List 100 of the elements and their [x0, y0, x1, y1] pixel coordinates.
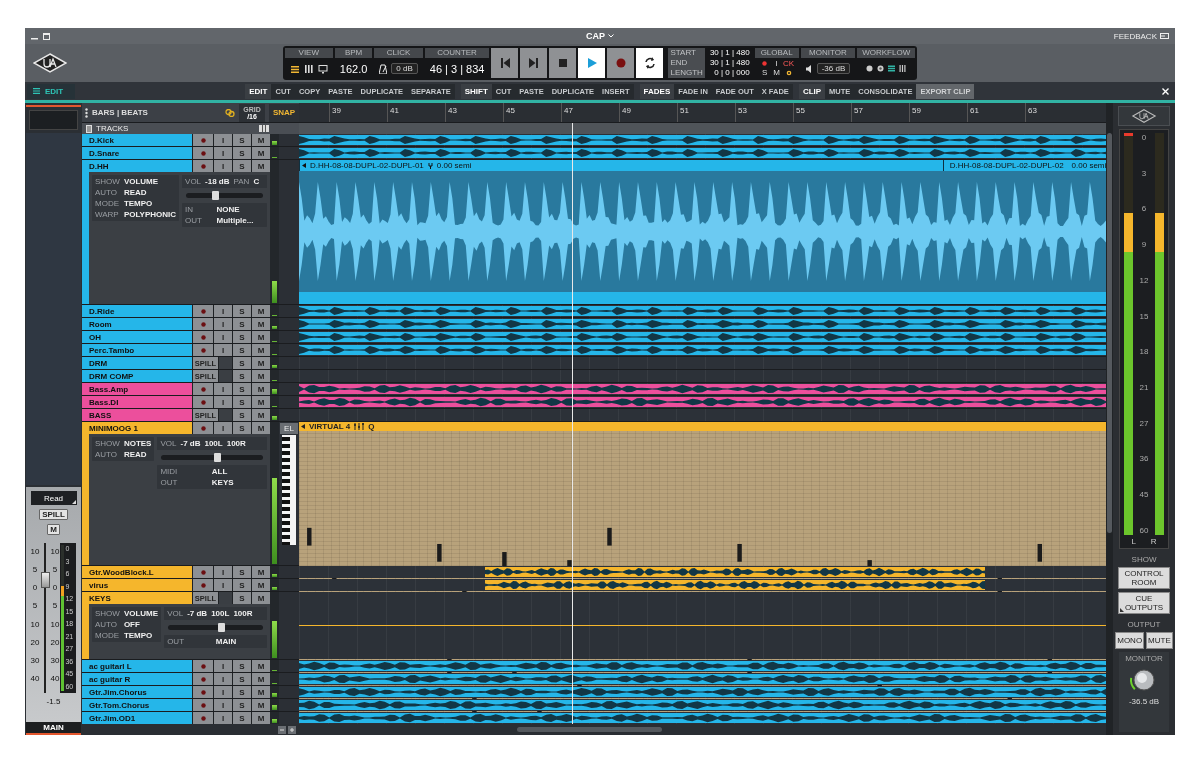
track-name[interactable]: Gtr.Jim.Chorus	[82, 686, 192, 698]
setting-value[interactable]: TEMPO	[123, 199, 177, 208]
audio-clip[interactable]	[299, 674, 1106, 684]
record-arm-button[interactable]	[193, 422, 213, 434]
input-monitor-button[interactable]: I	[214, 134, 232, 146]
columns-icon[interactable]	[899, 65, 907, 72]
automation-dropdown[interactable]: Read	[30, 491, 77, 505]
input-monitor-button[interactable]: I	[214, 147, 232, 159]
track-name[interactable]: virus	[82, 579, 192, 591]
solo-button[interactable]: S	[233, 160, 251, 172]
input-monitor-button[interactable]: I	[214, 579, 232, 591]
solo-button[interactable]: S	[233, 660, 251, 672]
range-value[interactable]: 30 | 1 | 480	[709, 58, 750, 68]
solo-button[interactable]: S	[233, 370, 251, 382]
track-mute-button[interactable]: M	[252, 712, 270, 724]
track-mute-button[interactable]: M	[252, 566, 270, 578]
mix-value[interactable]: -7 dB	[180, 439, 201, 448]
track-mute-button[interactable]: M	[252, 409, 270, 421]
fader-thumb[interactable]	[40, 572, 50, 589]
track-name[interactable]: Room	[82, 318, 192, 330]
columns-view-icon[interactable]	[303, 63, 314, 74]
audio-clip[interactable]	[299, 687, 1106, 697]
time-format-label[interactable]: BARS | BEATS	[92, 108, 221, 117]
track-mute-button[interactable]: M	[252, 331, 270, 343]
session-menu[interactable]: CAP	[586, 31, 614, 41]
quantize-label[interactable]: Q	[368, 422, 375, 431]
record-arm-button[interactable]	[193, 712, 213, 724]
setting-value[interactable]: VOLUME	[123, 177, 177, 186]
audio-clip[interactable]	[299, 713, 1106, 723]
solo-button[interactable]: S	[233, 357, 251, 369]
track-name[interactable]: D.Snare	[82, 147, 192, 159]
setting-value[interactable]: READ	[123, 188, 177, 197]
solo-button[interactable]: S	[233, 134, 251, 146]
track-mute-button[interactable]: M	[252, 673, 270, 685]
input-monitor-button[interactable]: I	[214, 712, 232, 724]
range-value[interactable]: 0 | 0 | 000	[709, 68, 750, 78]
input-monitor-button[interactable]: I	[214, 422, 232, 434]
solo-button[interactable]: S	[233, 383, 251, 395]
track-name[interactable]: D.Ride	[82, 305, 192, 317]
cue-outputs-button[interactable]: CUE OUTPUTS	[1118, 592, 1170, 614]
solo-button[interactable]: S	[233, 305, 251, 317]
input-monitor-button[interactable]: I	[214, 396, 232, 408]
record-arm-button[interactable]	[193, 331, 213, 343]
track-name[interactable]: ac guitar R	[82, 673, 192, 685]
setting-value[interactable]: KEYS	[211, 478, 264, 487]
solo-button[interactable]: S	[233, 318, 251, 330]
global-input-toggle[interactable]: I	[775, 59, 778, 68]
track-name[interactable]: Bass.DI	[82, 396, 192, 408]
input-monitor-button[interactable]: I	[214, 331, 232, 343]
setting-value[interactable]: VOLUME	[123, 609, 159, 618]
columns-icon[interactable]	[259, 125, 269, 132]
record-arm-button[interactable]	[193, 318, 213, 330]
record-arm-button[interactable]	[193, 673, 213, 685]
solo-button[interactable]: S	[233, 592, 251, 604]
ring-icon[interactable]	[785, 69, 792, 76]
record-arm-button[interactable]	[193, 344, 213, 356]
setting-value[interactable]: POLYPHONIC	[123, 210, 177, 219]
close-icon[interactable]	[1162, 87, 1169, 95]
input-monitor-button[interactable]: I	[214, 344, 232, 356]
solo-button[interactable]: S	[233, 422, 251, 434]
slider-thumb[interactable]	[212, 191, 220, 200]
track-mute-button[interactable]: M	[252, 396, 270, 408]
setting-value[interactable]: MAIN	[215, 637, 264, 646]
solo-button[interactable]: S	[233, 566, 251, 578]
mix-value[interactable]: 100L	[211, 609, 230, 618]
record-arm-button[interactable]	[193, 579, 213, 591]
track-mute-button[interactable]: M	[252, 383, 270, 395]
track-mute-button[interactable]: M	[252, 344, 270, 356]
record-arm-button[interactable]	[193, 305, 213, 317]
rewind-button[interactable]	[491, 48, 519, 78]
input-monitor-button[interactable]: I	[214, 305, 232, 317]
slider-thumb[interactable]	[218, 623, 226, 632]
solo-button[interactable]: S	[233, 712, 251, 724]
track-mute-button[interactable]: M	[252, 699, 270, 711]
audio-clip[interactable]	[299, 345, 1106, 355]
control-room-button[interactable]: CONTROL ROOM	[1118, 567, 1170, 589]
track-name[interactable]: Perc.Tambo	[82, 344, 192, 356]
mix-value[interactable]: 100L	[204, 439, 223, 448]
record-arm-button[interactable]	[193, 686, 213, 698]
solo-button[interactable]: S	[233, 344, 251, 356]
solo-button[interactable]: S	[233, 686, 251, 698]
play-button[interactable]	[578, 48, 606, 78]
list-icon[interactable]	[86, 124, 92, 133]
track-name[interactable]: OH	[82, 331, 192, 343]
loop-button[interactable]	[636, 48, 664, 78]
record-dot-icon[interactable]	[762, 61, 768, 66]
input-monitor-button[interactable]: I	[214, 686, 232, 698]
setting-value[interactable]: TEMPO	[123, 631, 159, 640]
global-solo-toggle[interactable]: S	[761, 68, 768, 77]
volume-slider[interactable]	[168, 625, 263, 630]
track-name[interactable]: BASS	[82, 409, 192, 421]
audio-clip[interactable]	[299, 148, 1106, 158]
input-monitor-button[interactable]: I	[214, 383, 232, 395]
setting-value[interactable]: OFF	[123, 620, 159, 629]
input-monitor-button[interactable]: I	[214, 699, 232, 711]
global-clock-toggle[interactable]: CK	[783, 59, 795, 68]
audio-clip[interactable]	[299, 332, 1106, 342]
record-button[interactable]	[607, 48, 635, 78]
audio-clip[interactable]	[299, 661, 1106, 671]
track-name[interactable]: KEYS	[82, 592, 192, 604]
